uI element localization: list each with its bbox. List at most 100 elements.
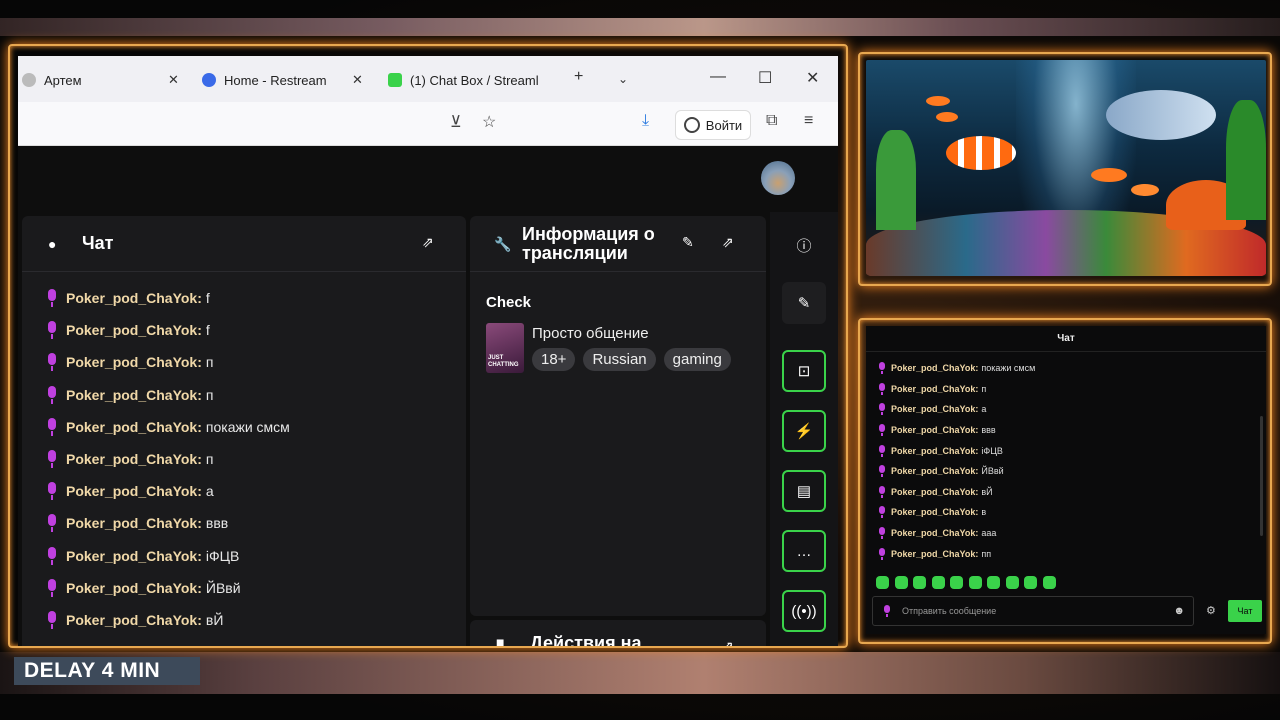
message-username[interactable]: Poker_pod_ChaYok: — [66, 548, 202, 564]
chat-button[interactable]: … — [782, 530, 826, 572]
message-username[interactable]: Poker_pod_ChaYok: — [66, 451, 202, 467]
tab-label: Home - Restream — [224, 72, 327, 88]
message-username[interactable]: Poker_pod_ChaYok: — [891, 466, 978, 476]
chat-widget-title: Чат — [866, 326, 1266, 352]
smiley-icon[interactable]: ☻ — [1173, 605, 1185, 617]
close-icon[interactable]: ✕ — [352, 72, 363, 88]
notes-button[interactable]: ▤ — [782, 470, 826, 512]
send-chat-button[interactable]: Чат — [1228, 600, 1262, 622]
chat-message: Poker_pod_ChaYok: ЙВвй — [46, 572, 466, 604]
message-username[interactable]: Poker_pod_ChaYok: — [891, 404, 978, 414]
tag-chip: gaming — [663, 348, 731, 371]
popout-icon[interactable]: ⇗ — [722, 234, 734, 251]
mic-icon — [46, 482, 58, 501]
message-username[interactable]: Poker_pod_ChaYok: — [66, 419, 202, 435]
chat-panel-title: Чат — [82, 233, 114, 253]
message-username[interactable]: Poker_pod_ChaYok: — [66, 387, 202, 403]
broadcast-button[interactable]: ((•)) — [782, 590, 826, 632]
pencil-icon[interactable]: ✎ — [682, 234, 694, 251]
category-name: Просто общение — [532, 325, 649, 342]
mic-icon — [46, 546, 58, 565]
download-icon[interactable]: ⤓ — [642, 112, 649, 130]
aquarium-scene — [866, 60, 1266, 276]
avatar[interactable] — [761, 161, 795, 195]
emote-icon[interactable] — [876, 576, 889, 589]
popout-icon[interactable]: ⇗ — [722, 638, 734, 646]
chevron-down-icon[interactable]: ⌄ — [618, 72, 628, 86]
info-panel-header: 🔧 Информация о трансляции ✎ ⇗ — [470, 216, 766, 272]
mic-icon — [46, 385, 58, 404]
emote-icon[interactable] — [968, 576, 982, 589]
mic-icon — [878, 465, 887, 478]
tag-list: 18+ Russian gaming — [532, 348, 739, 371]
browser-window: Артем ✕ Home - Restream ✕ (1) Chat Box /… — [18, 56, 838, 646]
new-tab-icon[interactable]: + — [574, 68, 583, 86]
category-thumbnail: JUST CHATTING — [486, 323, 524, 373]
message-input[interactable]: Отправить сообщение ☻ — [872, 596, 1194, 626]
emote-icon[interactable] — [913, 576, 926, 589]
broadcast-icon: ((•)) — [791, 602, 817, 620]
edit-button[interactable]: ✎ — [782, 282, 826, 324]
chat-message: Poker_pod_ChaYok: пп — [878, 543, 1266, 564]
mic-icon — [878, 444, 887, 457]
mic-icon — [878, 362, 887, 375]
message-username[interactable]: Poker_pod_ChaYok: — [66, 354, 202, 370]
message-text: пп — [981, 548, 992, 559]
chat-message: Poker_pod_ChaYok: ааа — [878, 523, 1266, 544]
emote-icon[interactable] — [1024, 576, 1037, 589]
screenshot-button[interactable]: ⊡ — [782, 350, 826, 392]
message-username[interactable]: Poker_pod_ChaYok: — [891, 384, 978, 394]
emote-icon[interactable] — [987, 576, 1000, 589]
scrollbar[interactable] — [1260, 416, 1263, 536]
extensions-icon[interactable]: ⧉ — [766, 112, 777, 130]
message-username[interactable]: Poker_pod_ChaYok: — [66, 612, 202, 628]
clownfish-figure — [946, 136, 1016, 170]
chat-bubble-icon: ● — [48, 236, 57, 252]
gear-icon — [22, 73, 36, 87]
message-username[interactable]: Poker_pod_ChaYok: — [891, 363, 978, 373]
mic-icon — [46, 514, 58, 533]
menu-icon[interactable]: ≡ — [804, 112, 813, 130]
account-icon — [683, 117, 700, 133]
info-button[interactable]: ⓘ — [782, 224, 826, 266]
popout-icon[interactable]: ⇗ — [422, 234, 434, 251]
category-row: JUST CHATTING Просто общение 18+ Russian… — [486, 323, 750, 373]
mic-icon — [883, 605, 892, 617]
maximize-icon[interactable]: ☐ — [758, 68, 772, 88]
star-icon[interactable]: ☆ — [482, 112, 496, 132]
tab-restream[interactable]: Home - Restream ✕ — [202, 66, 363, 94]
minimize-icon[interactable]: — — [710, 68, 726, 86]
info-panel-title-line2: трансляции — [522, 242, 628, 263]
emote-icon[interactable] — [950, 576, 963, 589]
tab-artem[interactable]: Артем ✕ — [22, 66, 182, 94]
message-username[interactable]: Poker_pod_ChaYok: — [66, 515, 202, 531]
document-icon: ▤ — [796, 483, 812, 500]
emote-icon[interactable] — [1042, 576, 1056, 589]
message-username[interactable]: Poker_pod_ChaYok: — [891, 507, 978, 517]
message-username[interactable]: Poker_pod_ChaYok: — [891, 446, 978, 456]
emote-icon[interactable] — [931, 576, 945, 589]
message-username[interactable]: Poker_pod_ChaYok: — [66, 290, 202, 306]
close-window-icon[interactable]: ✕ — [806, 68, 819, 88]
lightning-button[interactable]: ⚡ — [782, 410, 826, 452]
message-username[interactable]: Poker_pod_ChaYok: — [891, 425, 978, 435]
small-fish-figure — [926, 96, 950, 106]
gear-icon[interactable]: ⚙ — [1206, 604, 1216, 617]
message-username[interactable]: Poker_pod_ChaYok: — [66, 483, 202, 499]
small-fish-figure — [1091, 168, 1127, 182]
install-app-icon[interactable]: ⊻ — [450, 112, 462, 132]
actions-panel: ■ Действия на ⇗ — [470, 620, 766, 646]
message-username[interactable]: Poker_pod_ChaYok: — [891, 487, 978, 497]
message-username[interactable]: Poker_pod_ChaYok: — [66, 580, 202, 596]
chat-bubble-icon: … — [796, 542, 812, 560]
tab-chatbox[interactable]: (1) Chat Box / Streaml — [388, 66, 548, 94]
message-username[interactable]: Poker_pod_ChaYok: — [891, 549, 978, 559]
signin-button[interactable]: Войти — [675, 110, 751, 140]
chat-message: Poker_pod_ChaYok: в — [878, 502, 1266, 523]
message-text: вЙ — [205, 611, 224, 628]
emote-icon[interactable] — [894, 576, 908, 589]
emote-icon[interactable] — [1005, 576, 1019, 589]
close-icon[interactable]: ✕ — [168, 72, 179, 88]
message-username[interactable]: Poker_pod_ChaYok: — [891, 528, 978, 538]
message-username[interactable]: Poker_pod_ChaYok: — [66, 322, 202, 338]
